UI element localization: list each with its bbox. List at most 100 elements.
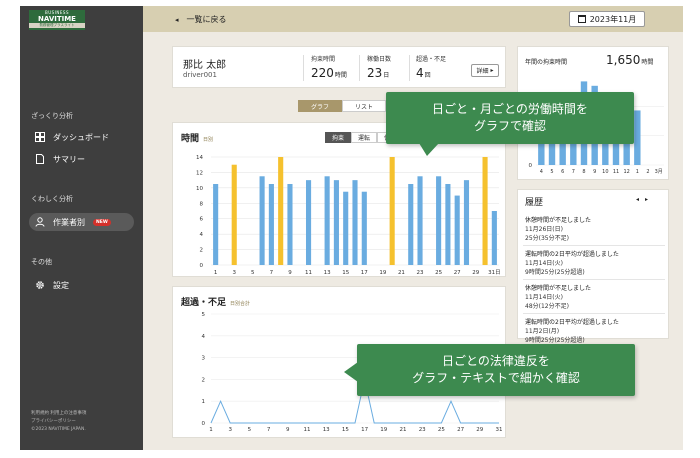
y-tick-label: 8 — [200, 201, 204, 207]
sidebar-item-label: ダッシュボード — [53, 132, 109, 142]
history-item[interactable]: 運転時間の2日平均が超過しました 11月2日(月) 9時間25分(25分超過) — [525, 318, 663, 345]
x-tick-label: 31 — [496, 427, 503, 433]
x-tick-label: 10 — [602, 169, 608, 175]
stat-value: 4回 — [416, 66, 431, 80]
x-tick-label: 29 — [476, 427, 483, 433]
app-logo[interactable]: BUSINESS NAVITIME 勤務管理プラスライト — [29, 10, 85, 30]
sidebar-item-summary[interactable]: サマリー — [29, 150, 134, 168]
document-icon — [36, 154, 44, 164]
x-tick-label: 7 — [267, 427, 271, 433]
history-item[interactable]: 休憩時間が不足しました 11月14日(火) 48分(12分不足) — [525, 284, 663, 311]
x-tick-label: 31日 — [488, 269, 501, 276]
y-tick-label: 0 — [202, 421, 206, 427]
bar — [491, 211, 497, 265]
view-toggle: グラフ リスト — [298, 100, 386, 112]
divider — [303, 55, 304, 81]
bar — [445, 184, 451, 265]
driver-id: driver001 — [183, 71, 217, 79]
callout-violations: 日ごとの法律違反を グラフ・テキストで細かく確認 — [357, 344, 635, 396]
chevron-left-icon: ◂ — [175, 16, 179, 24]
history-item-title: 休憩時間が不足しました — [525, 217, 592, 224]
stat-working-days: 稼働日数 23日 — [367, 54, 391, 80]
tab-graph[interactable]: グラフ — [298, 100, 342, 112]
stat-label: 稼働日数 — [367, 56, 392, 63]
x-tick-label: 1 — [636, 169, 639, 175]
back-label: 一覧に戻る — [186, 15, 227, 24]
bar — [417, 176, 423, 265]
caret-right-icon[interactable]: ▸ — [645, 196, 654, 203]
bar — [352, 180, 358, 265]
x-tick-label: 17 — [361, 270, 368, 276]
bar — [634, 110, 641, 165]
y-tick-label: 6 — [200, 217, 204, 223]
x-tick-label: 27 — [457, 427, 464, 433]
y-tick-label: 0 — [200, 263, 204, 269]
divider — [523, 279, 665, 280]
driver-name: 那比 太郎 — [183, 60, 227, 71]
y-tick-label: 3 — [202, 356, 206, 362]
detail-label: 詳細 — [476, 68, 489, 75]
callout-pointer — [419, 143, 439, 156]
history-item-title: 運転時間の2日平均が超過しました — [525, 251, 619, 258]
x-tick-label: 25 — [438, 427, 445, 433]
x-tick-label: 15 — [342, 270, 349, 276]
y-tick-label: 2 — [202, 377, 206, 383]
y-tick-label: 4 — [200, 232, 204, 238]
stat-value: 23日 — [367, 66, 390, 80]
month-picker-button[interactable]: 2023年11月 — [569, 11, 645, 27]
y-tick-label: 2 — [200, 248, 204, 254]
y-tick-label: 14 — [196, 155, 203, 161]
x-tick-label: 13 — [324, 270, 331, 276]
sidebar-item-by-worker[interactable]: 作業者別 NEW — [29, 213, 134, 231]
calendar-icon — [577, 15, 586, 23]
callout-graph: 日ごと・月ごとの労働時間を グラフで確認 — [386, 92, 634, 144]
bar — [305, 180, 312, 265]
x-tick-label: 7 — [572, 169, 575, 175]
sidebar-item-dashboard[interactable]: ダッシュボード — [29, 128, 134, 146]
history-card: 履歴 ◂▸ 休憩時間が不足しました 11月26日(日) 25分(35分不足) 運… — [517, 189, 669, 344]
history-item-detail: 9時間25分(25分超過) — [525, 269, 585, 276]
stat-restraint-time: 拘束時間 220時間 — [311, 54, 347, 80]
section-heading-other: その他 — [31, 258, 52, 266]
bar — [213, 184, 219, 265]
x-tick-label: 12 — [623, 169, 629, 175]
section-heading-detail: くわしく分析 — [31, 195, 73, 203]
callout-line: 日ごとの法律違反を — [442, 354, 550, 368]
detail-button[interactable]: 詳細 ▸ — [471, 64, 499, 77]
bar — [361, 191, 367, 265]
new-badge: NEW — [93, 218, 111, 226]
sidebar-item-settings[interactable]: 設定 — [29, 276, 134, 294]
x-tick-label: 11 — [305, 270, 312, 276]
dashboard-grid-icon — [35, 132, 45, 142]
logo-line3: 勤務管理プラスライト — [29, 23, 85, 28]
y-tick-label: 12 — [196, 170, 203, 176]
month-label: 2023年11月 — [589, 14, 637, 24]
x-tick-label: 13 — [323, 427, 330, 433]
history-item[interactable]: 運転時間の2日平均が超過しました 11月14日(火) 9時間25分(25分超過) — [525, 250, 663, 277]
logo-line2: NAVITIME — [38, 15, 76, 23]
x-tick-label: 9 — [288, 270, 292, 276]
callout-line: グラフで確認 — [473, 119, 546, 133]
privacy-policy-link[interactable]: プライバシーポリシー — [31, 418, 86, 426]
time-bar-chart: 024681012141 3 5 7 9 11 13 15 17 19 21 23 25 27 29 31日 — [196, 155, 501, 276]
back-to-list-link[interactable]: ◂ 一覧に戻る — [175, 14, 227, 25]
x-tick-label: 11 — [304, 427, 311, 433]
tab-list[interactable]: リスト — [342, 100, 386, 112]
history-item[interactable]: 休憩時間が不足しました 11月26日(日) 25分(35分不足) — [525, 216, 663, 243]
footer-links[interactable]: 利用規約 利用上の注意事項 — [31, 410, 86, 418]
bar — [463, 180, 470, 265]
x-tick-label: 7 — [270, 270, 274, 276]
y-tick-label: 10 — [196, 186, 203, 192]
history-nav: ◂▸ — [636, 196, 654, 203]
sidebar: BUSINESS NAVITIME 勤務管理プラスライト ざっくり分析 ダッシュ… — [20, 6, 143, 450]
x-tick-label: 6 — [561, 169, 564, 175]
callout-line: グラフ・テキストで細かく確認 — [412, 371, 580, 385]
caret-left-icon[interactable]: ◂ — [636, 196, 645, 203]
x-tick-label: 5 — [550, 169, 553, 175]
x-tick-label: 19 — [380, 427, 387, 433]
x-tick-label: 27 — [454, 270, 461, 276]
time-chart-card: 時間日別 拘束 運転 休憩 02468101214135791113151719… — [172, 122, 506, 277]
x-tick-label: 25 — [435, 270, 442, 276]
divider — [409, 55, 410, 81]
x-tick-label: 1 — [214, 270, 218, 276]
